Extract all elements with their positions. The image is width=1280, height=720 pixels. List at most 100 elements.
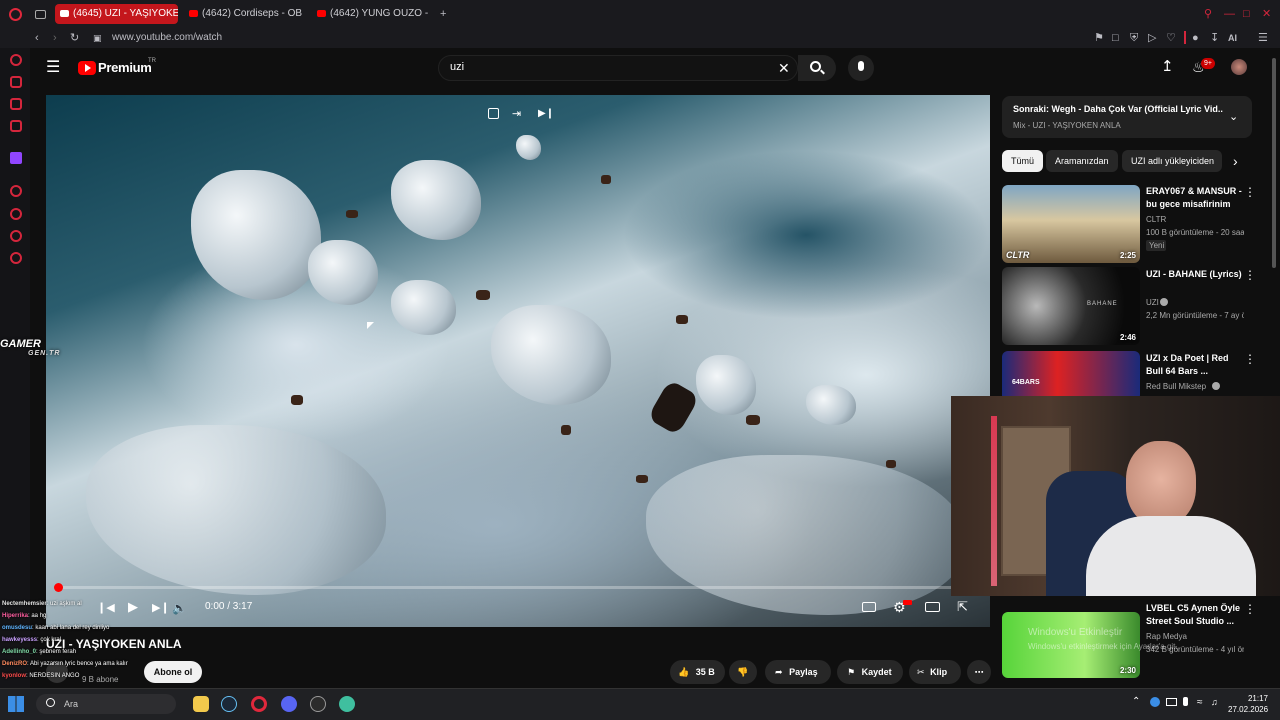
taskbar-clock[interactable]: 21:17 27.02.2026: [1228, 693, 1268, 715]
forward-icon[interactable]: ›: [53, 31, 57, 45]
speaker-icon[interactable]: ♫: [1211, 697, 1218, 707]
dislike-button[interactable]: 👎: [729, 660, 757, 684]
sidebar-instagram-icon[interactable]: [10, 120, 22, 132]
share-overlay-icon[interactable]: ⇥: [512, 106, 521, 122]
rec-title[interactable]: UZI x Da Poet | Red Bull 64 Bars ...: [1146, 352, 1244, 378]
monitor-icon[interactable]: [1166, 698, 1177, 706]
maximize-icon[interactable]: □: [1243, 7, 1250, 21]
back-icon[interactable]: ‹: [35, 31, 39, 45]
chip-all[interactable]: Tümü: [1002, 150, 1044, 172]
ai-button[interactable]: AI: [1228, 31, 1237, 45]
chevron-down-icon[interactable]: ⌄: [1229, 109, 1238, 125]
reload-icon[interactable]: ↻: [70, 31, 79, 45]
tray-up-icon[interactable]: ⌃: [1132, 696, 1140, 707]
pin-icon[interactable]: ⚑: [1094, 31, 1104, 45]
avatar[interactable]: [1231, 59, 1247, 75]
windows-taskbar: [0, 688, 1280, 720]
theater-mode-icon[interactable]: [925, 602, 940, 612]
search-button[interactable]: [798, 55, 836, 81]
sidebar-twitch-icon[interactable]: [10, 152, 22, 164]
close-window-icon[interactable]: ✕: [1262, 7, 1271, 21]
voice-search-button[interactable]: [848, 55, 874, 81]
more-options-icon[interactable]: ⋮: [1244, 185, 1256, 199]
menu-icon[interactable]: ☰: [1258, 31, 1268, 45]
video-player[interactable]: [46, 95, 990, 627]
next-icon[interactable]: ▶❙: [152, 600, 170, 616]
skip-overlay-icon[interactable]: ▶❙: [538, 106, 554, 122]
opera-logo-icon[interactable]: [9, 8, 22, 21]
more-options-icon[interactable]: ⋮: [1244, 268, 1256, 282]
account-icon[interactable]: ●: [1192, 31, 1199, 45]
up-next-card[interactable]: [1002, 96, 1252, 138]
windows-start-icon[interactable]: [8, 696, 24, 712]
youtube-logo[interactable]: Premium TR: [78, 58, 168, 78]
tab-yung-ouzo[interactable]: (4642) YUNG OUZO - 7/2: [312, 4, 430, 24]
sidebar-chat-icon[interactable]: [10, 98, 22, 110]
tab-cordiseps[interactable]: (4642) Cordiseps - OBUR: [184, 4, 302, 24]
rec-channel[interactable]: Red Bull Mikstep: [1146, 381, 1210, 392]
app-icon[interactable]: [310, 696, 326, 712]
chat-message: DenizRO: Abi yazarsın lyric bence ya ama…: [2, 660, 128, 669]
subscribe-button[interactable]: Abone ol: [144, 661, 202, 683]
chip-from-search[interactable]: Aramanızdan: [1046, 150, 1118, 172]
more-options-icon[interactable]: ⋮: [1244, 602, 1256, 616]
chevron-right-icon[interactable]: ›: [1233, 153, 1238, 169]
rec-thumbnail[interactable]: 64BARS: [1002, 351, 1140, 401]
wifi-icon[interactable]: ≈: [1197, 697, 1203, 708]
more-actions-button[interactable]: ⋯: [967, 660, 991, 684]
clip-button[interactable]: ✂ Klip: [909, 660, 961, 684]
save-button[interactable]: ⚑ Kaydet: [837, 660, 903, 684]
taskbar-search-input[interactable]: [36, 694, 176, 714]
chip-from-uploader[interactable]: UZI adlı yükleyiciden: [1122, 150, 1222, 172]
previous-icon[interactable]: ❙◀: [97, 600, 115, 616]
rec-channel[interactable]: CLTR: [1146, 214, 1244, 225]
sidebar-settings-icon[interactable]: [10, 252, 22, 264]
play-button-icon[interactable]: ▶: [128, 599, 138, 615]
minimize-icon[interactable]: —: [1224, 7, 1235, 21]
new-tab-icon[interactable]: +: [440, 7, 446, 21]
download-icon[interactable]: ↧: [1210, 31, 1219, 45]
rec-thumbnail[interactable]: BAHANE 2:46: [1002, 267, 1140, 345]
clear-search-icon[interactable]: ✕: [778, 60, 790, 76]
url-field[interactable]: www.youtube.com/watch: [112, 31, 222, 45]
hamburger-menu-icon[interactable]: ☰: [46, 60, 60, 76]
upload-icon[interactable]: ↥: [1161, 59, 1174, 75]
opera-taskbar-icon[interactable]: [251, 696, 267, 712]
fullscreen-icon[interactable]: ⇱: [957, 599, 968, 615]
network-icon[interactable]: [1150, 697, 1160, 707]
share-button[interactable]: ➦ Paylaş: [765, 660, 831, 684]
rec-thumbnail[interactable]: CLTR 2:25: [1002, 185, 1140, 263]
more-options-icon[interactable]: ⋮: [1244, 352, 1256, 366]
tracker-icon[interactable]: [339, 696, 355, 712]
sidebar-ai-icon[interactable]: [10, 54, 22, 66]
progress-bar[interactable]: [56, 586, 980, 589]
search-tabs-icon[interactable]: ⚲: [1204, 7, 1212, 21]
subtitles-icon[interactable]: [862, 602, 876, 612]
rec-title[interactable]: LVBEL C5 Aynen Öyle Street Soul Studio .…: [1146, 602, 1244, 628]
sidebar-messenger-icon[interactable]: [10, 76, 22, 88]
page-scrollbar[interactable]: [1272, 58, 1276, 268]
steam-icon[interactable]: [221, 696, 237, 712]
sidebar-history-icon[interactable]: [10, 208, 22, 220]
sidebar-player-icon[interactable]: [10, 185, 22, 197]
discord-icon[interactable]: [281, 696, 297, 712]
progress-scrubber[interactable]: [54, 583, 63, 592]
tab-manager-icon[interactable]: [35, 10, 46, 19]
microphone-tray-icon[interactable]: [1183, 697, 1188, 706]
snapshot-icon[interactable]: □: [1112, 31, 1119, 45]
verified-icon: [1160, 298, 1168, 306]
volume-icon[interactable]: 🔈: [172, 600, 187, 616]
file-explorer-icon[interactable]: [193, 696, 209, 712]
play-icon[interactable]: ▷: [1148, 31, 1156, 45]
search-input[interactable]: [438, 55, 798, 81]
heart-icon[interactable]: ♡: [1166, 31, 1176, 45]
clip-label: Klip: [930, 667, 948, 677]
sidebar-extensions-icon[interactable]: [10, 230, 22, 242]
shield-icon[interactable]: ⛨: [1130, 31, 1138, 45]
tab-uzi[interactable]: (4645) UZI - YAŞIYOKEN A: [55, 4, 178, 24]
miniplayer-icon[interactable]: [488, 108, 499, 119]
rec-title[interactable]: ERAY067 & MANSUR - bu gece misafirinim: [1146, 185, 1244, 211]
like-button[interactable]: 👍 35 B: [670, 660, 725, 684]
rec-title[interactable]: UZI - BAHANE (Lyrics): [1146, 268, 1244, 281]
thumbs-up-icon: 👍: [678, 667, 690, 677]
